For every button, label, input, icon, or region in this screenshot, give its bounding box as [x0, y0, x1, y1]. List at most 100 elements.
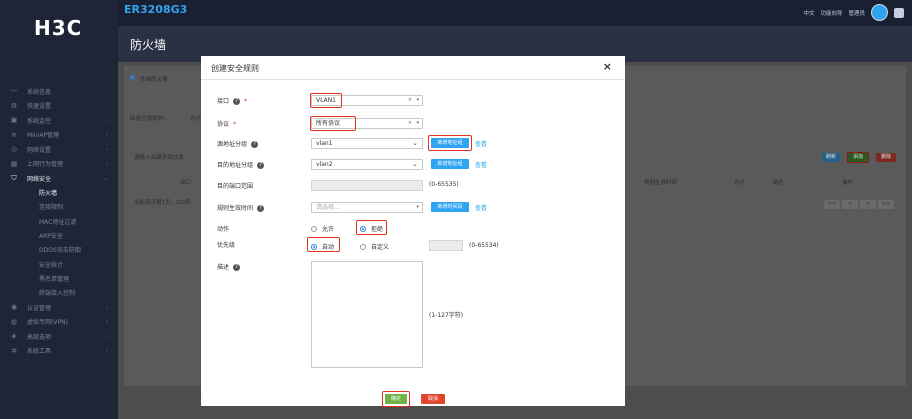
- dialog-header: 创建安全规则 ×: [201, 56, 625, 80]
- options-icon: ◈: [11, 332, 17, 341]
- table-header-allow[interactable]: 允许: [734, 178, 745, 186]
- schedule-select[interactable]: 请选择... ▾: [311, 202, 423, 213]
- close-icon[interactable]: ×: [603, 60, 612, 73]
- dst-port-input: [311, 180, 423, 191]
- wizard-link[interactable]: 功能向导: [820, 9, 842, 17]
- help-icon[interactable]: ?: [257, 205, 265, 212]
- chevron-right-icon: ›: [105, 116, 108, 124]
- vpn-icon: ◍: [10, 317, 18, 326]
- table-header-interface[interactable]: 接口: [180, 178, 191, 186]
- refresh-button[interactable]: 刷新: [822, 153, 840, 162]
- view-src-group-link[interactable]: 查看: [475, 139, 487, 148]
- highlight-box: [310, 93, 342, 108]
- wave-icon: 〰: [10, 87, 18, 96]
- radio-dot: [360, 243, 366, 250]
- dst-group-select[interactable]: vlan2 ⌄: [311, 159, 423, 170]
- dst-port-hint: (0-65535): [429, 181, 459, 188]
- default-filter-label: 缺省过滤规则:: [130, 116, 165, 122]
- add-dst-group-button[interactable]: 新增地址组: [431, 159, 469, 169]
- sidebar-item-security[interactable]: ⛉ 网络安全 ⌄: [0, 171, 118, 186]
- dropdown-arrow-icon: ▾: [416, 97, 419, 103]
- view-schedule-link[interactable]: 查看: [475, 203, 487, 212]
- pager-next[interactable]: >: [860, 200, 876, 209]
- sidebar-item-auth[interactable]: ◉ 认证管理 ›: [0, 300, 118, 315]
- cancel-button[interactable]: 取消: [421, 394, 445, 404]
- sidebar-item-tools[interactable]: ✲ 系统工具 ›: [0, 343, 118, 358]
- help-icon[interactable]: ?: [257, 162, 265, 169]
- sidebar-subitem-conn-limit[interactable]: 连接限制: [0, 200, 118, 214]
- sidebar: H3C 〰系统信息 ⚙ 快速设置 ▣ 系统监控 › ≋ MiniAP管理 › ◎ 网络设置 ›…: [0, 0, 118, 419]
- globe-icon: ◎: [10, 145, 18, 154]
- action-allow-radio[interactable]: 允许: [311, 224, 334, 233]
- sidebar-subitem-ddos[interactable]: DDOS攻击防御: [0, 243, 118, 257]
- help-icon[interactable]: ?: [233, 98, 241, 105]
- src-group-select[interactable]: vlan1 ⌄: [311, 138, 423, 149]
- priority-custom-radio[interactable]: 自定义: [360, 242, 389, 251]
- top-header: ER3208G3 中文 功能向导 管理员: [118, 0, 912, 26]
- pager-text: 当前显示第1页，共0页: [134, 200, 191, 206]
- description-textarea[interactable]: [311, 261, 423, 368]
- dst-port-label: 目的端口范围: [217, 183, 254, 190]
- user-icon: ◉: [10, 303, 18, 312]
- avatar[interactable]: [871, 4, 888, 21]
- chevron-right-icon: ›: [105, 303, 108, 311]
- tools-icon: ✲: [11, 346, 17, 355]
- logout-icon[interactable]: [894, 7, 904, 18]
- gear-icon: ⚙: [10, 101, 18, 110]
- sidebar-subitem-arp[interactable]: ARP安全: [0, 228, 118, 242]
- description-hint: (1-127字符): [429, 312, 464, 319]
- clear-icon[interactable]: ×: [408, 119, 412, 128]
- admin-link[interactable]: 管理员: [848, 9, 865, 17]
- search-input[interactable]: 请输入关键字目过滤: [134, 153, 184, 161]
- default-filter-select[interactable]: 允许: [190, 114, 201, 122]
- dialog-title: 创建安全规则: [211, 64, 259, 73]
- table-header-ops[interactable]: 操作: [842, 178, 853, 186]
- clear-icon[interactable]: ×: [408, 96, 412, 105]
- sidebar-subitem-mac-filter[interactable]: MAC地址过滤: [0, 214, 118, 228]
- pager-first[interactable]: <<: [824, 200, 840, 209]
- help-icon[interactable]: ?: [233, 264, 241, 271]
- sidebar-subitem-blacklist[interactable]: 黑名单管理: [0, 271, 118, 285]
- delete-button[interactable]: 删除: [876, 153, 896, 162]
- view-dst-group-link[interactable]: 查看: [475, 160, 487, 169]
- sidebar-item-network[interactable]: ◎ 网络设置 ›: [0, 142, 118, 157]
- sidebar-item-monitor[interactable]: ▣ 系统监控 ›: [0, 113, 118, 128]
- highlight-box: [356, 220, 387, 235]
- dropdown-arrow-icon: ▾: [416, 120, 419, 126]
- sidebar-item-quick-setup[interactable]: ⚙ 快速设置: [0, 99, 118, 114]
- sidebar-subitem-terminal[interactable]: 终端接入控制: [0, 286, 118, 300]
- chevron-down-icon: ⌄: [412, 160, 418, 168]
- monitor-icon: ▣: [10, 116, 18, 125]
- chevron-down-icon: ⌄: [412, 139, 418, 147]
- chevron-right-icon: ›: [105, 160, 108, 168]
- table-header-desc[interactable]: 描述: [772, 178, 783, 186]
- sidebar-subitem-firewall[interactable]: 防火墙: [0, 186, 118, 200]
- sidebar-item-vpn[interactable]: ◍ 虚拟专网(VPN) ›: [0, 314, 118, 329]
- pager-prev[interactable]: <: [842, 200, 858, 209]
- language-link[interactable]: 中文: [803, 9, 814, 17]
- enable-firewall-radio[interactable]: ●: [130, 75, 135, 81]
- highlight-box: [307, 237, 340, 252]
- sidebar-nav: 〰系统信息 ⚙ 快速设置 ▣ 系统监控 › ≋ MiniAP管理 › ◎ 网络设置 › ▦ 上网…: [0, 84, 118, 358]
- add-schedule-button[interactable]: 新增时间段: [431, 202, 469, 212]
- priority-label: 优先级: [217, 242, 236, 249]
- page-title: 防火墙: [130, 38, 167, 52]
- chevron-right-icon: ›: [105, 131, 108, 139]
- sidebar-item-system-info[interactable]: 〰系统信息: [0, 84, 118, 99]
- pager-last[interactable]: >>: [878, 200, 894, 209]
- chevron-right-icon: ›: [105, 145, 108, 153]
- h3c-logo: H3C: [34, 16, 83, 40]
- highlight-box: [382, 391, 410, 407]
- create-rule-dialog: 创建安全规则 × 接口? * VLAN1 × ▾ 协议 * 所有协议 × ▾ 源地址分组…: [201, 56, 625, 407]
- shield-icon: ⛉: [11, 174, 17, 183]
- sidebar-item-miniap[interactable]: ≋ MiniAP管理 ›: [0, 128, 118, 143]
- help-icon[interactable]: ?: [251, 141, 259, 148]
- table-header-time[interactable]: 规则生效时间: [644, 178, 677, 186]
- sidebar-item-advanced[interactable]: ◈ 高级选项 ›: [0, 329, 118, 344]
- required-mark: *: [233, 121, 237, 128]
- src-group-label: 源地址分组?: [217, 139, 259, 148]
- priority-input: [429, 240, 463, 251]
- sidebar-item-behavior[interactable]: ▦ 上网行为管理 ›: [0, 157, 118, 172]
- add-button[interactable]: 添加: [847, 152, 869, 163]
- sidebar-subitem-stats[interactable]: 安全统计: [0, 257, 118, 271]
